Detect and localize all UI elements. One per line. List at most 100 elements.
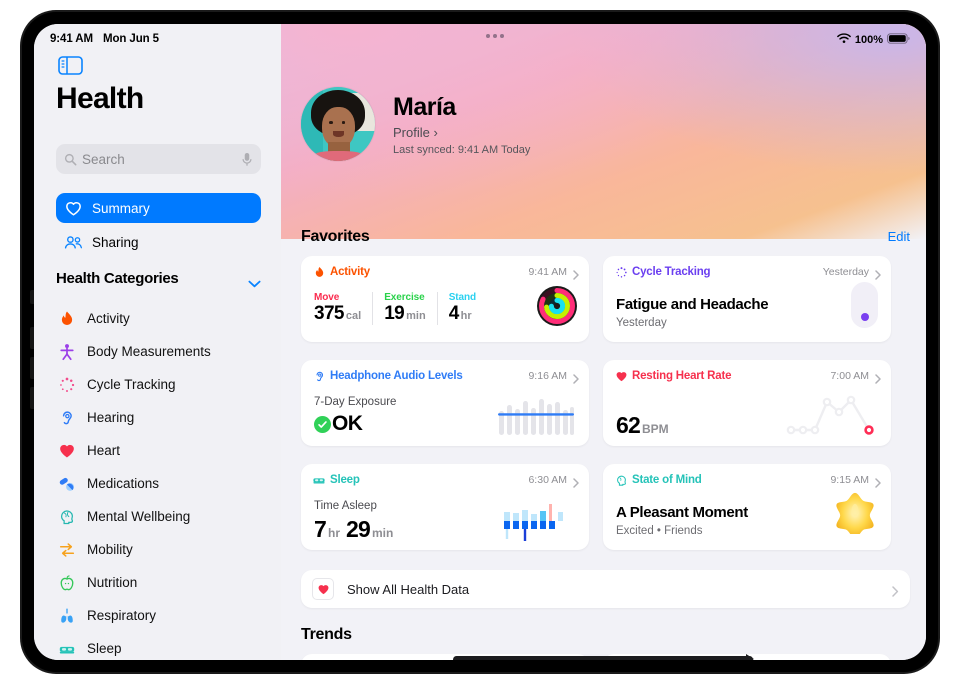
metric-value: 4 bbox=[448, 303, 460, 324]
battery-full-icon bbox=[887, 33, 910, 47]
sidebar-item-sleep[interactable]: Sleep bbox=[56, 635, 266, 660]
avatar[interactable] bbox=[301, 87, 375, 161]
sidebar-item-mental-wellbeing[interactable]: Mental Wellbeing bbox=[56, 503, 266, 530]
card-title: Resting Heart Rate bbox=[632, 370, 732, 382]
metric-label: Move bbox=[314, 292, 340, 303]
green-check-icon bbox=[314, 415, 331, 433]
card-title: State of Mind bbox=[632, 474, 702, 486]
chevron-down-icon[interactable] bbox=[248, 275, 261, 287]
bed-icon bbox=[56, 638, 77, 659]
sleep-hours-unit: hr bbox=[328, 526, 340, 540]
activity-metrics: Move 375 cal Exercise 19 min Stand 4 hr bbox=[314, 292, 487, 325]
sidebar-item-body-measurements[interactable]: Body Measurements bbox=[56, 338, 266, 365]
card-activity[interactable]: Activity 9:41 AM Move 375 cal Exercise 19… bbox=[301, 256, 589, 342]
multitasking-dots[interactable] bbox=[486, 34, 504, 38]
apple-icon bbox=[56, 572, 77, 593]
card-headphone-audio-levels[interactable]: Headphone Audio Levels 9:16 AM 7-Day Exp… bbox=[301, 360, 589, 446]
sleep-hours: 7 bbox=[314, 516, 327, 542]
card-headline: A Pleasant Moment bbox=[616, 504, 748, 521]
flame-icon bbox=[312, 265, 326, 279]
sidebar-item-nutrition[interactable]: Nutrition bbox=[56, 569, 266, 596]
profile-header[interactable]: María Profile › Last synced: 9:41 AM Tod… bbox=[301, 87, 530, 161]
status-date: Mon Jun 5 bbox=[102, 33, 159, 45]
microphone-icon[interactable] bbox=[241, 152, 253, 167]
heart-filled-icon bbox=[56, 440, 77, 461]
favorites-title: Favorites bbox=[301, 228, 370, 245]
last-synced-label: Last synced: 9:41 AM Today bbox=[393, 143, 531, 156]
metric-label: Exercise bbox=[384, 292, 425, 303]
heart-rate-line bbox=[783, 390, 879, 443]
card-timestamp: 9:15 AM bbox=[830, 474, 869, 486]
health-categories-header[interactable]: Health Categories bbox=[56, 270, 261, 287]
card-resting-heart-rate[interactable]: Resting Heart Rate 7:00 AM 62 BPM bbox=[603, 360, 891, 446]
sidebar-item-label: Activity bbox=[87, 311, 130, 326]
two-people-icon bbox=[64, 233, 83, 252]
sidebar-item-hearing[interactable]: Hearing bbox=[56, 404, 266, 431]
show-all-label: Show All Health Data bbox=[347, 581, 470, 597]
card-title: Sleep bbox=[330, 474, 360, 486]
ear-icon bbox=[312, 369, 326, 383]
trends-section-header: Trends bbox=[301, 626, 910, 644]
head-brain-icon bbox=[56, 506, 77, 527]
card-title: Headphone Audio Levels bbox=[330, 370, 463, 382]
card-timestamp: 9:41 AM bbox=[528, 266, 567, 278]
show-all-health-data-button[interactable]: Show All Health Data bbox=[301, 570, 910, 608]
search-placeholder: Search bbox=[82, 151, 125, 167]
cycle-dots-icon bbox=[56, 374, 77, 395]
heart-rate-value: 62 BPM bbox=[616, 412, 669, 439]
metric-value: 62 bbox=[616, 412, 641, 438]
sidebar-item-medications[interactable]: Medications bbox=[56, 470, 266, 497]
chevron-right-icon[interactable] bbox=[892, 584, 899, 597]
metric-label: Stand bbox=[448, 292, 476, 303]
card-title: Cycle Tracking bbox=[632, 266, 711, 278]
sidebar-item-sharing[interactable]: Sharing bbox=[56, 227, 261, 257]
sidebar-toggle-icon[interactable] bbox=[58, 56, 83, 75]
chevron-right-icon[interactable] bbox=[573, 371, 579, 384]
metric-move: Move 375 cal bbox=[314, 292, 372, 325]
cycle-day-pill bbox=[851, 282, 878, 328]
metric-value: 375 bbox=[314, 303, 345, 324]
metric-unit: cal bbox=[345, 310, 362, 322]
health-categories-label: Health Categories bbox=[56, 270, 179, 287]
arrows-icon bbox=[56, 539, 77, 560]
card-sleep[interactable]: Sleep 6:30 AM Time Asleep 7 hr 29 min bbox=[301, 464, 589, 550]
sidebar-item-heart[interactable]: Heart bbox=[56, 437, 266, 464]
metric-exercise: Exercise 19 min bbox=[372, 292, 437, 325]
chevron-right-icon[interactable] bbox=[573, 475, 579, 488]
card-label: 7-Day Exposure bbox=[314, 396, 397, 408]
sidebar-item-summary[interactable]: Summary bbox=[56, 193, 261, 223]
metric-stand: Stand 4 hr bbox=[436, 292, 487, 325]
sidebar-item-label: Cycle Tracking bbox=[87, 377, 176, 392]
edit-favorites-button[interactable]: Edit bbox=[888, 229, 910, 244]
body-figure-icon bbox=[56, 341, 77, 362]
chevron-right-icon[interactable] bbox=[875, 371, 881, 384]
chevron-right-icon[interactable] bbox=[875, 475, 881, 488]
card-headline: Fatigue and Headache bbox=[616, 296, 769, 313]
horizontal-scrollbar[interactable] bbox=[453, 654, 754, 660]
sidebar-item-label: Mobility bbox=[87, 542, 133, 557]
main-content: 100% María Profile › Last synced: 9:41 A… bbox=[281, 24, 926, 660]
metric-unit: hr bbox=[460, 310, 472, 322]
profile-link-label: Profile bbox=[393, 124, 430, 140]
page-title: Health bbox=[56, 82, 144, 115]
metric-unit: BPM bbox=[641, 422, 669, 436]
metric-value: 19 bbox=[384, 303, 405, 324]
sidebar-item-label: Mental Wellbeing bbox=[87, 509, 191, 524]
sidebar-item-respiratory[interactable]: Respiratory bbox=[56, 602, 266, 629]
search-icon bbox=[64, 153, 77, 166]
wifi-icon bbox=[836, 33, 851, 47]
card-state-of-mind[interactable]: State of Mind 9:15 AM A Pleasant Moment … bbox=[603, 464, 891, 550]
chevron-right-icon[interactable] bbox=[573, 267, 579, 280]
profile-link[interactable]: Profile › bbox=[393, 125, 530, 140]
search-input[interactable]: Search bbox=[56, 144, 261, 174]
chevron-right-icon[interactable] bbox=[875, 267, 881, 280]
status-bar-left: 9:41 AM Mon Jun 5 bbox=[50, 33, 159, 45]
sidebar-item-label: Hearing bbox=[87, 410, 135, 425]
sidebar-item-cycle-tracking[interactable]: Cycle Tracking bbox=[56, 371, 266, 398]
card-label: Time Asleep bbox=[314, 500, 377, 512]
audio-levels-bars bbox=[497, 398, 575, 443]
yellow-star-mood-icon bbox=[833, 490, 877, 539]
sidebar-item-mobility[interactable]: Mobility bbox=[56, 536, 266, 563]
card-cycle-tracking[interactable]: Cycle Tracking Yesterday Fatigue and Hea… bbox=[603, 256, 891, 342]
sidebar-item-activity[interactable]: Activity bbox=[56, 305, 266, 332]
